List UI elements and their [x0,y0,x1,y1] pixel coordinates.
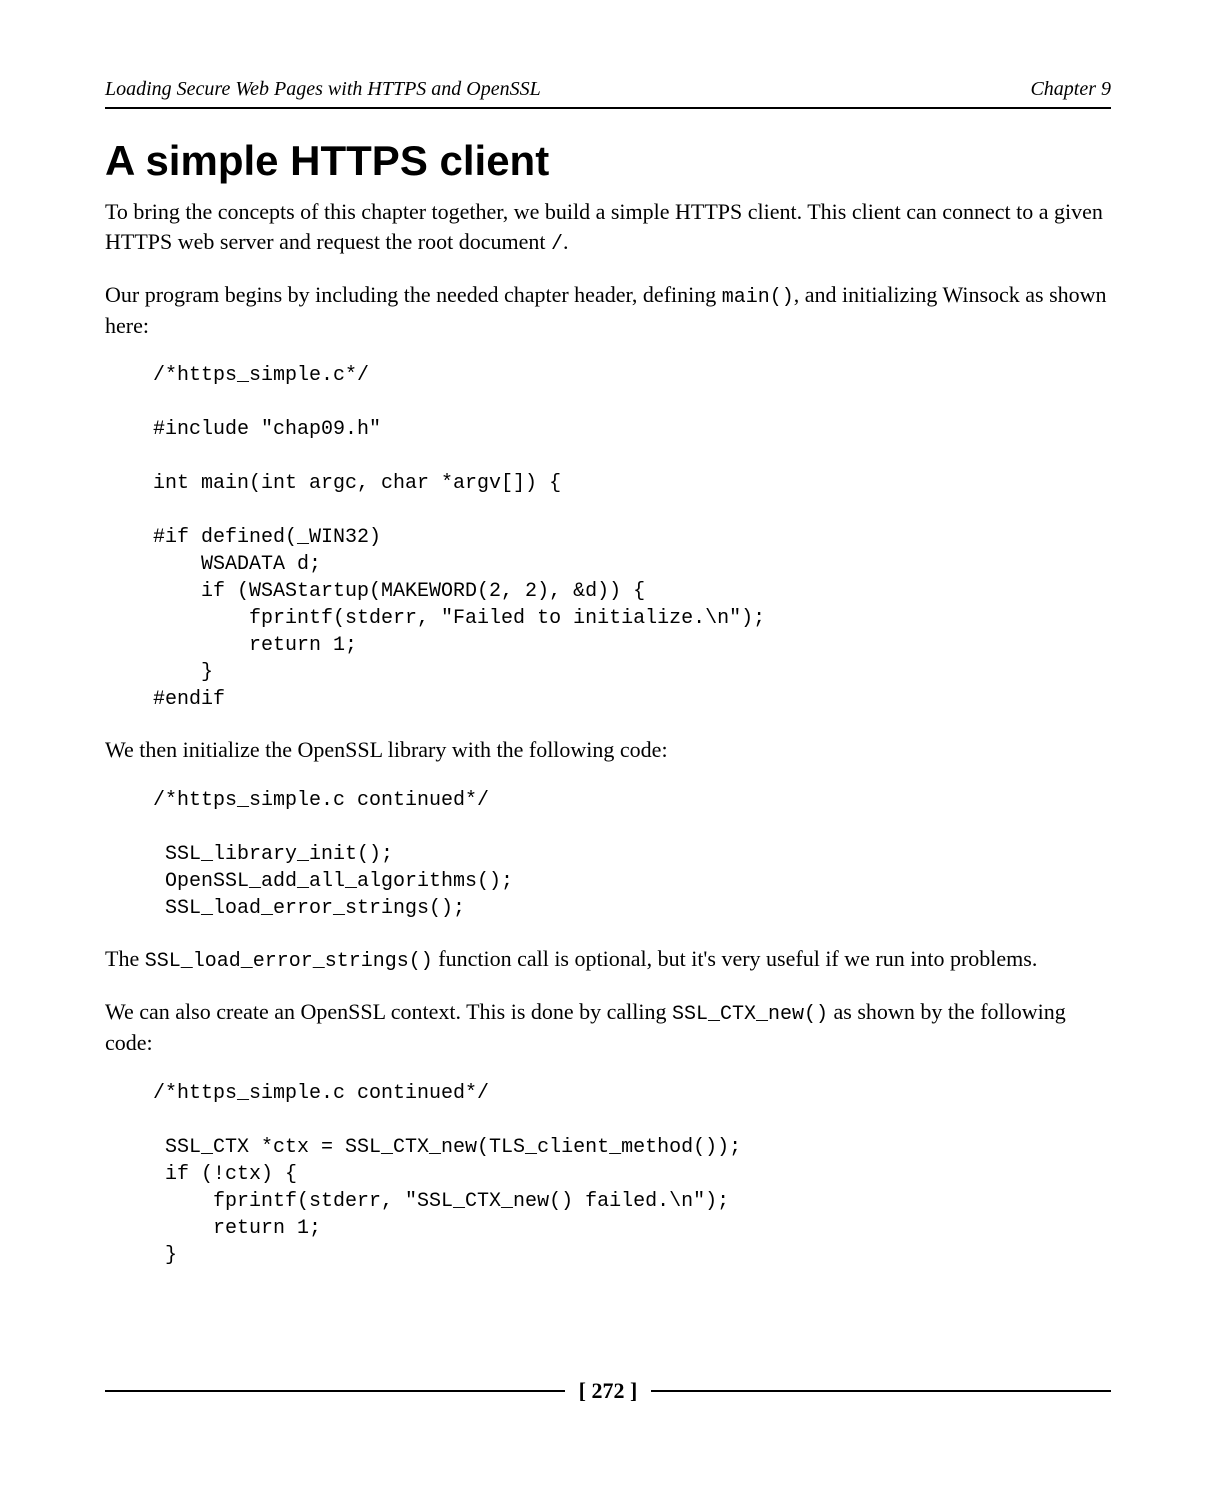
header-left: Loading Secure Web Pages with HTTPS and … [105,78,541,101]
section-title: A simple HTTPS client [105,137,1111,185]
inline-code: SSL_CTX_new() [672,1003,828,1026]
footer-rule-left [105,1390,565,1392]
text: To bring the concepts of this chapter to… [105,199,1103,254]
header-right: Chapter 9 [1030,78,1111,101]
paragraph-1: To bring the concepts of this chapter to… [105,197,1111,258]
text: Our program begins by including the need… [105,282,722,307]
code-block-2: /*https_simple.c continued*/ SSL_library… [153,787,1111,922]
text: The [105,946,145,971]
paragraph-2: Our program begins by including the need… [105,280,1111,341]
running-header: Loading Secure Web Pages with HTTPS and … [105,78,1111,109]
paragraph-5: We can also create an OpenSSL context. T… [105,997,1111,1058]
code-block-3: /*https_simple.c continued*/ SSL_CTX *ct… [153,1080,1111,1269]
text: . [563,229,569,254]
paragraph-3: We then initialize the OpenSSL library w… [105,735,1111,765]
page-content: Loading Secure Web Pages with HTTPS and … [0,0,1216,1269]
inline-code: main() [722,286,794,309]
text: We can also create an OpenSSL context. T… [105,999,672,1024]
code-block-1: /*https_simple.c*/ #include "chap09.h" i… [153,362,1111,713]
footer-rule-right [651,1390,1111,1392]
paragraph-4: The SSL_load_error_strings() function ca… [105,944,1111,975]
inline-code: / [551,233,563,256]
text: function call is optional, but it's very… [433,946,1038,971]
inline-code: SSL_load_error_strings() [145,950,433,973]
page-footer: [ 272 ] [105,1378,1111,1404]
page-number: [ 272 ] [565,1378,652,1404]
